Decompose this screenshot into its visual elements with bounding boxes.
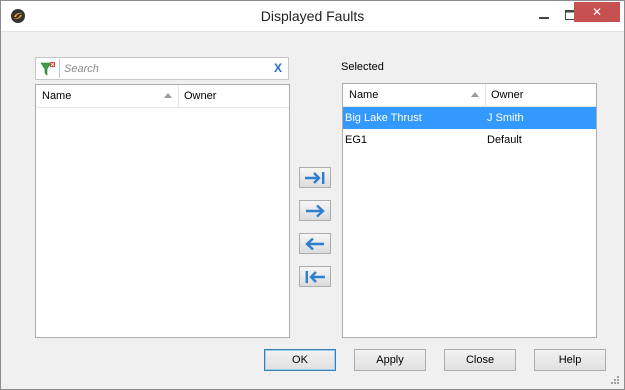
fault-name: EG1	[345, 134, 368, 146]
fault-name: Big Lake Thrust	[345, 112, 422, 124]
search-input[interactable]	[64, 60, 264, 77]
remove-all-button[interactable]	[299, 266, 331, 287]
resize-grip-icon[interactable]	[610, 375, 620, 385]
arrow-left-to-bar-icon	[305, 270, 325, 283]
available-list-header: Name Owner	[36, 85, 289, 108]
close-window-button[interactable]: ✕	[574, 2, 620, 22]
sort-ascending-icon	[471, 92, 479, 97]
title-bar: Displayed Faults ✕	[1, 1, 624, 32]
selected-faults-list[interactable]: Name Owner Big Lake Thrust J Smith EG1 D…	[342, 83, 597, 338]
search-box: X	[35, 57, 289, 80]
selected-label: Selected	[341, 61, 384, 73]
dialog-window: Displayed Faults ✕ X	[0, 0, 625, 390]
arrow-left-icon	[305, 237, 324, 250]
filter-button[interactable]	[37, 59, 60, 78]
minimize-button[interactable]	[530, 2, 558, 27]
arrow-right-to-bar-icon	[305, 171, 325, 184]
fault-owner: Default	[487, 134, 522, 146]
table-row[interactable]: Big Lake Thrust J Smith	[343, 107, 596, 129]
column-header-name[interactable]: Name	[42, 90, 71, 102]
selected-list-header: Name Owner	[343, 84, 596, 107]
column-header-owner[interactable]: Owner	[491, 89, 523, 101]
fault-owner: J Smith	[487, 112, 524, 124]
minimize-icon	[539, 16, 549, 19]
remove-selected-button[interactable]	[299, 233, 331, 254]
close-button[interactable]: Close	[444, 349, 516, 371]
add-selected-button[interactable]	[299, 200, 331, 221]
column-divider[interactable]	[485, 84, 486, 106]
sort-ascending-icon	[164, 93, 172, 98]
ok-button[interactable]: OK	[264, 349, 336, 371]
help-button[interactable]: Help	[534, 349, 606, 371]
close-icon: ✕	[591, 5, 603, 19]
column-divider[interactable]	[178, 85, 179, 107]
filter-icon	[40, 61, 55, 76]
available-faults-list[interactable]: Name Owner	[35, 84, 290, 338]
arrow-right-icon	[306, 204, 325, 217]
apply-button[interactable]: Apply	[354, 349, 426, 371]
column-header-owner[interactable]: Owner	[184, 90, 216, 102]
column-header-name[interactable]: Name	[349, 89, 378, 101]
clear-search-button[interactable]: X	[274, 61, 282, 75]
table-row[interactable]: EG1 Default	[343, 129, 596, 151]
add-all-button[interactable]	[299, 167, 331, 188]
